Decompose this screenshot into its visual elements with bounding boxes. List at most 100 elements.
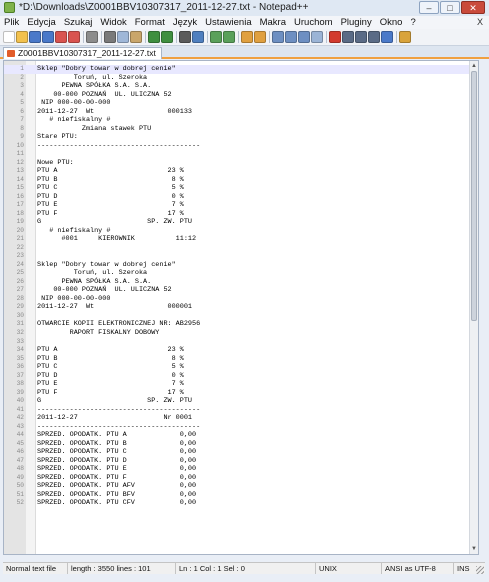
menu-jezyk[interactable]: Język: [169, 16, 201, 29]
editor-line[interactable]: 30: [4, 312, 478, 321]
editor-line[interactable]: 23: [4, 252, 478, 261]
close-icon[interactable]: [55, 31, 67, 43]
menu-makra[interactable]: Makra: [256, 16, 290, 29]
indent-guide-icon[interactable]: [298, 31, 310, 43]
play-macro-icon[interactable]: [355, 31, 367, 43]
editor-line[interactable]: 43 --------------------------------------…: [4, 423, 478, 432]
editor-line[interactable]: 2 Toruń, ul. Szeroka: [4, 74, 478, 83]
find-icon[interactable]: [179, 31, 191, 43]
editor-line[interactable]: 22: [4, 244, 478, 253]
editor-line[interactable]: 27 00-000 POZNAŃ UL. ULICZNA 52: [4, 286, 478, 295]
editor-line[interactable]: 7 # niefiskalny #: [4, 116, 478, 125]
editor-line[interactable]: 8 Zmiana stawek PTU: [4, 125, 478, 134]
editor-line[interactable]: 41 --------------------------------------…: [4, 406, 478, 415]
menu-plik[interactable]: Plik: [0, 16, 23, 29]
editor-line[interactable]: 25 Toruń, ul. Szeroka: [4, 269, 478, 278]
run-macro-icon[interactable]: [368, 31, 380, 43]
editor-line[interactable]: 1 Sklep "Dobry towar w dobrej cenie": [4, 65, 478, 74]
zoom-in-icon[interactable]: [210, 31, 222, 43]
editor-line[interactable]: 16 PTU D 0 %: [4, 193, 478, 202]
maximize-button[interactable]: □: [440, 1, 460, 14]
scroll-up-icon[interactable]: ▲: [471, 62, 477, 70]
record-macro-icon[interactable]: [329, 31, 341, 43]
menu-okno[interactable]: Okno: [376, 16, 407, 29]
replace-icon[interactable]: [192, 31, 204, 43]
editor-line[interactable]: 36 PTU C 5 %: [4, 363, 478, 372]
editor-line[interactable]: 44 SPRZED. OPODATK. PTU A 0,00: [4, 431, 478, 440]
text-editor[interactable]: 1 Sklep "Dobry towar w dobrej cenie" 2 Tor…: [3, 60, 479, 555]
close-window-button[interactable]: ✕: [461, 1, 485, 14]
sync-v-icon[interactable]: [241, 31, 253, 43]
copy-icon[interactable]: [117, 31, 129, 43]
menu-uruchom[interactable]: Uruchom: [290, 16, 337, 29]
redo-icon[interactable]: [161, 31, 173, 43]
editor-line[interactable]: 37 PTU D 0 %: [4, 372, 478, 381]
editor-line[interactable]: 32 RAPORT FISKALNY DOBOWY: [4, 329, 478, 338]
save-icon[interactable]: [29, 31, 41, 43]
editor-line[interactable]: 14 PTU B 8 %: [4, 176, 478, 185]
cut-icon[interactable]: [104, 31, 116, 43]
show-all-icon[interactable]: [285, 31, 297, 43]
vertical-scrollbar[interactable]: ▲ ▼: [469, 61, 478, 554]
editor-line[interactable]: 42 2011-12-27 Nr 0001: [4, 414, 478, 423]
editor-line[interactable]: 17 PTU E 7 %: [4, 201, 478, 210]
editor-line[interactable]: 3 PEWNA SPÓŁKA S.A. S.A.: [4, 82, 478, 91]
menu-help[interactable]: ?: [406, 16, 419, 29]
editor-line[interactable]: 11: [4, 150, 478, 159]
editor-line[interactable]: 34 PTU A 23 %: [4, 346, 478, 355]
editor-line[interactable]: 46 SPRZED. OPODATK. PTU C 0,00: [4, 448, 478, 457]
editor-line[interactable]: 5 NIP 000-00-00-000: [4, 99, 478, 108]
editor-line[interactable]: 31 OTWARCIE KOPII ELEKTRONICZNEJ NR: AB29…: [4, 320, 478, 329]
editor-line[interactable]: 39 PTU F 17 %: [4, 389, 478, 398]
editor-line[interactable]: 52 SPRZED. OPODATK. PTU CFV 0,00: [4, 499, 478, 508]
paste-icon[interactable]: [130, 31, 142, 43]
scrollbar-thumb[interactable]: [471, 71, 477, 321]
editor-line[interactable]: 4 00-000 POZNAŃ UL. ULICZNA 52: [4, 91, 478, 100]
editor-line[interactable]: 19 G SP. ZW. PTU: [4, 218, 478, 227]
editor-line[interactable]: 40 G SP. ZW. PTU: [4, 397, 478, 406]
editor-line[interactable]: 6 2011-12-27 Wt 000133: [4, 108, 478, 117]
close-document-button[interactable]: X: [477, 16, 483, 29]
open-file-icon[interactable]: [16, 31, 28, 43]
menu-edycja[interactable]: Edycja: [23, 16, 60, 29]
resize-grip-icon[interactable]: [476, 566, 484, 574]
editor-line[interactable]: 35 PTU B 8 %: [4, 355, 478, 364]
minimize-button[interactable]: –: [419, 1, 439, 14]
print-icon[interactable]: [86, 31, 98, 43]
editor-line[interactable]: 21 #001 KIEROWNIK 11:12: [4, 235, 478, 244]
editor-line[interactable]: 51 SPRZED. OPODATK. PTU BFV 0,00: [4, 491, 478, 500]
editor-line[interactable]: 28 NIP 000-00-00-000: [4, 295, 478, 304]
editor-line[interactable]: 49 SPRZED. OPODATK. PTU F 0,00: [4, 474, 478, 483]
menu-widok[interactable]: Widok: [96, 16, 130, 29]
save-macro-icon[interactable]: [381, 31, 393, 43]
editor-line[interactable]: 29 2011-12-27 Wt 000001: [4, 303, 478, 312]
fold-icon[interactable]: [311, 31, 323, 43]
spellcheck-icon[interactable]: [399, 31, 411, 43]
menu-szukaj[interactable]: Szukaj: [60, 16, 97, 29]
editor-line[interactable]: 48 SPRZED. OPODATK. PTU E 0,00: [4, 465, 478, 474]
editor-line[interactable]: 47 SPRZED. OPODATK. PTU D 0,00: [4, 457, 478, 466]
editor-line[interactable]: 38 PTU E 7 %: [4, 380, 478, 389]
scroll-down-icon[interactable]: ▼: [471, 545, 477, 553]
new-file-icon[interactable]: [3, 31, 15, 43]
close-all-icon[interactable]: [68, 31, 80, 43]
menu-pluginy[interactable]: Pluginy: [337, 16, 376, 29]
tab-active-file[interactable]: Z0001BBV10307317_2011-12-27.txt: [3, 47, 162, 59]
menu-ustawienia[interactable]: Ustawienia: [201, 16, 255, 29]
editor-line[interactable]: 9 Stare PTU:: [4, 133, 478, 142]
sync-h-icon[interactable]: [254, 31, 266, 43]
save-all-icon[interactable]: [42, 31, 54, 43]
editor-line[interactable]: 20 # niefiskalny #: [4, 227, 478, 236]
zoom-out-icon[interactable]: [223, 31, 235, 43]
menu-format[interactable]: Format: [131, 16, 169, 29]
stop-macro-icon[interactable]: [342, 31, 354, 43]
undo-icon[interactable]: [148, 31, 160, 43]
editor-line[interactable]: 15 PTU C 5 %: [4, 184, 478, 193]
editor-line[interactable]: 33: [4, 338, 478, 347]
editor-line[interactable]: 50 SPRZED. OPODATK. PTU AFV 0,00: [4, 482, 478, 491]
word-wrap-icon[interactable]: [272, 31, 284, 43]
editor-line[interactable]: 13 PTU A 23 %: [4, 167, 478, 176]
editor-line[interactable]: 12 Nowe PTU:: [4, 159, 478, 168]
editor-line[interactable]: 45 SPRZED. OPODATK. PTU B 0,00: [4, 440, 478, 449]
editor-line[interactable]: 24 Sklep "Dobry towar w dobrej cenie": [4, 261, 478, 270]
